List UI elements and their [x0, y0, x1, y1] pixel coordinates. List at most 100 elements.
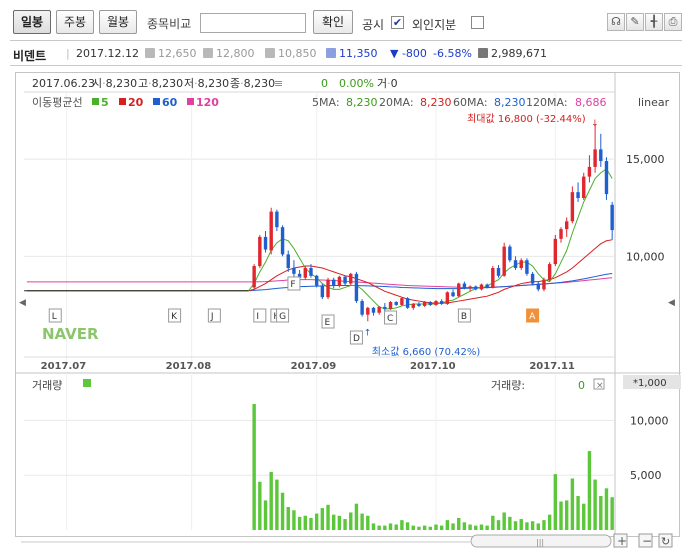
crosshair-icon[interactable]: ╉: [645, 13, 663, 31]
close-icon: [326, 48, 336, 58]
bulb-icon[interactable]: ☊: [607, 13, 625, 31]
ma-value-label: 120MA:: [526, 96, 568, 109]
volume-bar: [366, 515, 370, 530]
volume-bar: [570, 478, 575, 530]
candle-body: [258, 236, 262, 267]
daily-button[interactable]: 일봉: [13, 10, 51, 34]
cursor-volume: 거·0: [377, 77, 398, 90]
price-tick-label: 15,000: [626, 153, 665, 166]
low-icon: [265, 48, 275, 58]
compare-input[interactable]: [200, 13, 306, 33]
ma-value-label: 20MA:: [379, 96, 414, 109]
volume-bars: [252, 403, 614, 530]
ma-legend-swatch: [153, 98, 160, 105]
ma-values: 5MA: 8,230 20MA: 8,230 60MA: 8,230 120MA: 8,686: [312, 96, 607, 109]
volume-bar: [297, 516, 302, 530]
candle-body: [553, 238, 558, 265]
candle-body: [513, 260, 518, 268]
candle-body: [519, 260, 523, 268]
volume-bar: [513, 521, 518, 530]
event-marker-a: A: [529, 312, 536, 322]
foreign-ownership-checkbox[interactable]: [471, 16, 484, 29]
month-tick-label: 2017.11: [529, 361, 575, 372]
volume-bar: [457, 517, 461, 530]
candle-body: [280, 227, 285, 255]
candle-body: [593, 149, 597, 167]
volume-bar: [576, 496, 580, 530]
high-icon: [203, 48, 213, 58]
candle-body: [564, 221, 569, 230]
candle-body: [275, 211, 279, 228]
volume-bar: [269, 471, 273, 530]
weekly-button[interactable]: 주봉: [56, 10, 94, 34]
volume-bar: [519, 519, 523, 530]
print-icon[interactable]: ⎙: [664, 13, 682, 31]
notice-checkbox[interactable]: ✔: [391, 16, 404, 29]
candle-body: [542, 279, 546, 290]
candle-body: [485, 284, 489, 288]
cursor-change-pct: 0.00%: [339, 77, 374, 90]
event-marker-l: L: [52, 312, 57, 322]
stock-info-bar: 비덴트 | 2017.12.12 12,650 12,800 10,850 11…: [10, 40, 682, 66]
volume-bar: [593, 479, 597, 530]
volume-bar: [559, 501, 563, 530]
volume-bar: [445, 520, 450, 530]
chart-toolbar: 일봉 주봉 월봉 종목비교 확인 공시 ✔ 외인지분 ☊ ✎ ╉ ⎙: [0, 0, 691, 40]
volume-bar: [383, 525, 387, 530]
right-collapse-arrow[interactable]: ◀: [668, 298, 675, 308]
volume-bar: [422, 525, 427, 530]
candle-body: [371, 307, 376, 313]
confirm-button[interactable]: 확인: [313, 10, 353, 34]
candle-body: [411, 303, 415, 308]
ma-value: 8,686: [575, 96, 607, 109]
ma-legend-title: 이동평균선: [32, 96, 83, 109]
stock-chart[interactable]: 10,00015,0005,00010,0002017.07 2017.08 201…: [16, 73, 681, 538]
left-collapse-arrow[interactable]: ◀: [19, 298, 26, 308]
monthly-button[interactable]: 월봉: [99, 10, 137, 34]
ma-value: 8,230: [420, 96, 452, 109]
chart-scroll-bar: ||| + − ↻: [15, 533, 680, 550]
candle-body: [508, 246, 512, 261]
price-tick-label: 10,000: [626, 250, 665, 263]
candle-body: [388, 302, 393, 309]
candle-body: [263, 236, 268, 250]
volume-bar: [286, 506, 290, 530]
ma-legend-swatch: [92, 98, 99, 105]
volume-bar: [332, 514, 336, 530]
candle-body: [457, 283, 461, 297]
volume-bar: [354, 503, 359, 530]
candle-body: [439, 301, 444, 304]
price-change: ▼ -800: [390, 47, 427, 60]
cursor-change: 0: [321, 77, 328, 90]
pencil-icon[interactable]: ✎: [626, 13, 644, 31]
candle-body: [269, 211, 273, 251]
event-marker-i: I: [256, 312, 259, 322]
cursor-high: 고·8,230: [138, 77, 183, 90]
volume-bar: [599, 496, 603, 530]
volume-bar: [388, 523, 393, 530]
high-value: 12,800: [216, 47, 255, 60]
candle-body: [349, 273, 353, 284]
candle-body: [468, 286, 472, 289]
cursor-open: 시·8,230: [92, 77, 137, 90]
open-value: 12,650: [158, 47, 197, 60]
volume-bar: [405, 522, 410, 530]
event-marker-e: E: [325, 318, 331, 328]
scale-label[interactable]: linear: [638, 96, 670, 109]
volume-total: 2,989,671: [478, 47, 547, 60]
ma-value-label: 5MA:: [312, 96, 340, 109]
cursor-marker: ≡: [274, 77, 283, 90]
candle-body: [604, 161, 609, 195]
close-value: 11,350: [339, 47, 378, 60]
event-marker-g: G: [279, 312, 286, 322]
candle-body: [428, 302, 433, 305]
candle-body: [326, 279, 330, 298]
volume-panel-title: 거래량: [32, 379, 62, 392]
candle-body: [479, 284, 484, 290]
candle-body: [292, 268, 296, 274]
min-value-annotation: 최소값 6,660 (70.42%): [372, 346, 481, 358]
candle-body: [354, 273, 359, 302]
volume-bar: [314, 513, 319, 530]
volume-bar: [547, 514, 552, 530]
candle-body: [536, 283, 540, 290]
